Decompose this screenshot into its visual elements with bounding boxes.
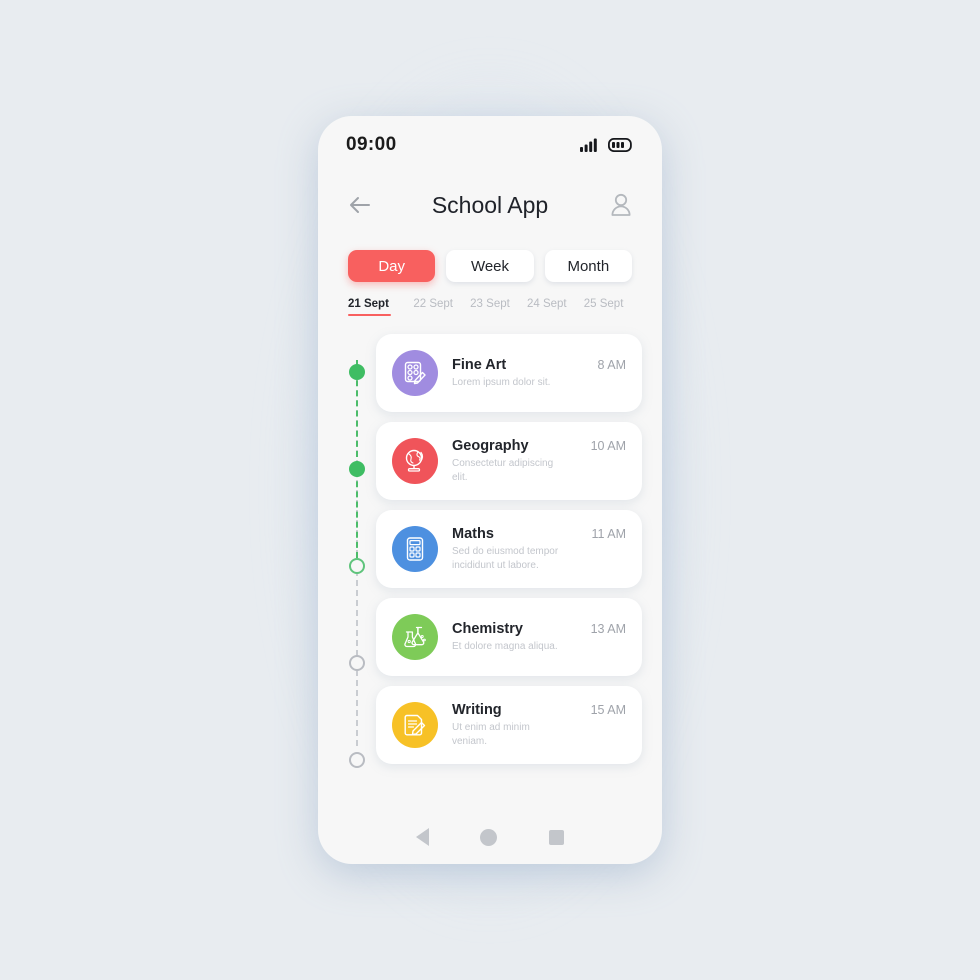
timeline-marker-3[interactable] bbox=[349, 655, 365, 671]
palette-icon bbox=[404, 361, 426, 385]
lesson-toprow: Writing 15 AM bbox=[452, 702, 626, 718]
lesson-time: 11 AM bbox=[591, 527, 626, 541]
date-tab-0[interactable]: 21 Sept bbox=[348, 298, 405, 316]
lesson-title: Geography bbox=[452, 438, 529, 454]
lesson-card[interactable]: Fine Art 8 AM Lorem ipsum dolor sit. bbox=[376, 334, 642, 412]
date-tab-1[interactable]: 22 Sept bbox=[405, 298, 462, 316]
schedule-section: Fine Art 8 AM Lorem ipsum dolor sit. Geo… bbox=[318, 316, 662, 768]
segment-week[interactable]: Week bbox=[446, 250, 534, 282]
lesson-title: Chemistry bbox=[452, 620, 523, 637]
lesson-subtitle: Lorem ipsum dolor sit. bbox=[452, 376, 551, 388]
signal-bars-icon bbox=[580, 138, 597, 152]
period-segmented-control[interactable]: Day Week Month bbox=[318, 236, 662, 282]
phone-frame: 09:00 School App Day Week Month 21 Sept … bbox=[318, 116, 662, 864]
lesson-subtitle: Ut enim ad minim veniam. bbox=[452, 722, 530, 747]
nav-home-icon[interactable] bbox=[480, 828, 498, 846]
timeline-marker-2[interactable] bbox=[349, 558, 365, 574]
lesson-body: Chemistry 13 AM Et dolore magna aliqua. bbox=[452, 621, 626, 654]
app-bar: School App bbox=[318, 174, 662, 236]
lesson-toprow: Chemistry 13 AM bbox=[452, 621, 626, 637]
lesson-icon-fine-art bbox=[392, 350, 438, 396]
battery-icon bbox=[608, 138, 632, 152]
lesson-body: Geography 10 AM Consectetur adipiscing e… bbox=[452, 438, 626, 484]
lesson-time: 15 AM bbox=[590, 703, 626, 717]
lesson-time: 8 AM bbox=[597, 357, 627, 372]
date-strip[interactable]: 21 Sept 22 Sept 23 Sept 24 Sept 25 Sept bbox=[318, 282, 662, 316]
nav-recents-icon[interactable] bbox=[549, 829, 565, 845]
lesson-icon-writing bbox=[392, 702, 438, 748]
status-time: 09:00 bbox=[346, 134, 397, 155]
timeline-marker-4[interactable] bbox=[349, 752, 365, 768]
lesson-body: Maths 11 AM Sed do eiusmod tempor incidi… bbox=[452, 526, 626, 572]
lesson-title: Fine Art bbox=[452, 356, 507, 373]
lesson-toprow: Fine Art 8 AM bbox=[452, 357, 626, 373]
segment-month[interactable]: Month bbox=[544, 250, 632, 282]
nav-back-icon[interactable] bbox=[415, 828, 429, 846]
lesson-time: 10 AM bbox=[590, 439, 626, 453]
lesson-body: Writing 15 AM Ut enim ad minim veniam. bbox=[452, 702, 626, 748]
lesson-subtitle: Et dolore magna aliqua. bbox=[452, 640, 558, 652]
timeline bbox=[338, 334, 376, 768]
flask-icon bbox=[404, 626, 426, 648]
document-pencil-icon bbox=[404, 714, 426, 736]
lesson-subtitle: Consectetur adipiscing elit. bbox=[452, 458, 554, 483]
avatar-button[interactable] bbox=[610, 193, 632, 217]
lesson-card[interactable]: Writing 15 AM Ut enim ad minim veniam. bbox=[376, 686, 642, 764]
lesson-icon-chemistry bbox=[392, 614, 438, 660]
lesson-time: 13 AM bbox=[590, 621, 626, 636]
timeline-marker-1[interactable] bbox=[349, 461, 365, 477]
lesson-body: Fine Art 8 AM Lorem ipsum dolor sit. bbox=[452, 357, 626, 390]
date-tab-4[interactable]: 25 Sept bbox=[575, 298, 632, 316]
status-bar: 09:00 bbox=[318, 116, 662, 174]
calculator-icon bbox=[406, 537, 424, 561]
lesson-toprow: Maths 11 AM bbox=[452, 526, 626, 542]
user-avatar-icon bbox=[611, 193, 631, 216]
timeline-rail-done bbox=[356, 360, 358, 558]
lesson-card[interactable]: Maths 11 AM Sed do eiusmod tempor incidi… bbox=[376, 510, 642, 588]
lesson-title: Writing bbox=[452, 702, 502, 718]
lesson-icon-geography bbox=[392, 438, 438, 484]
date-tab-3[interactable]: 24 Sept bbox=[518, 298, 575, 316]
globe-icon bbox=[405, 449, 424, 472]
android-bottom-nav bbox=[318, 810, 662, 864]
lesson-toprow: Geography 10 AM bbox=[452, 438, 626, 454]
lesson-icon-maths bbox=[392, 526, 438, 572]
lesson-card[interactable]: Chemistry 13 AM Et dolore magna aliqua. bbox=[376, 598, 642, 676]
lesson-card[interactable]: Geography 10 AM Consectetur adipiscing e… bbox=[376, 422, 642, 500]
timeline-marker-0[interactable] bbox=[349, 364, 365, 380]
back-button[interactable] bbox=[348, 195, 372, 215]
lesson-subtitle: Sed do eiusmod tempor incididunt ut labo… bbox=[452, 546, 559, 571]
lesson-list: Fine Art 8 AM Lorem ipsum dolor sit. Geo… bbox=[376, 334, 642, 764]
lesson-title: Maths bbox=[452, 526, 494, 542]
segment-day[interactable]: Day bbox=[348, 250, 436, 282]
date-tab-2[interactable]: 23 Sept bbox=[462, 298, 519, 316]
status-icons bbox=[580, 138, 634, 152]
arrow-left-icon bbox=[350, 197, 370, 213]
